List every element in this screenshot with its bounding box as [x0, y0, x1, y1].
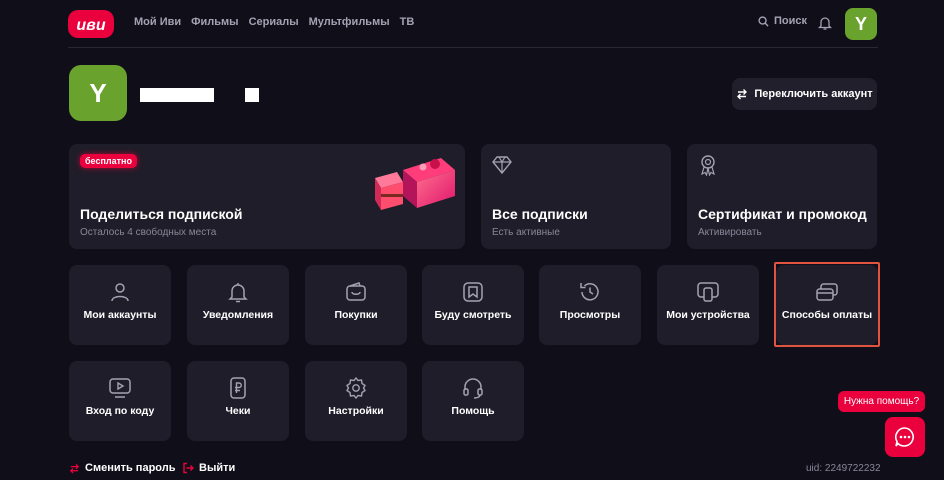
nav-movies[interactable]: Фильмы: [191, 16, 238, 28]
wallet-icon: [346, 282, 366, 301]
tile-login-by-code[interactable]: Вход по коду: [69, 361, 171, 441]
tile-label: Буду смотреть: [434, 309, 512, 321]
tile-label: Помощь: [451, 405, 495, 417]
all-subscriptions-card[interactable]: Все подписки Есть активные: [481, 144, 671, 249]
profile-page: иви Мой Иви Фильмы Сериалы Мультфильмы Т…: [0, 0, 944, 480]
tile-history[interactable]: Просмотры: [539, 265, 641, 345]
search-label: Поиск: [774, 15, 808, 27]
header-avatar[interactable]: Y: [845, 8, 877, 40]
tile-watch-later[interactable]: Буду смотреть: [422, 265, 524, 345]
tile-help[interactable]: Помощь: [422, 361, 524, 441]
logout-label: Выйти: [199, 462, 236, 474]
tile-my-devices[interactable]: Мои устройства: [657, 265, 759, 345]
headset-icon: [463, 378, 483, 399]
search-button[interactable]: Поиск: [758, 15, 807, 27]
nav-my-ivi[interactable]: Мой Иви: [134, 16, 181, 28]
nav-cartoons[interactable]: Мультфильмы: [309, 16, 390, 28]
chat-help-button[interactable]: [885, 417, 925, 457]
card-subtitle: Активировать: [698, 227, 762, 238]
tile-my-accounts[interactable]: Мои аккаунты: [69, 265, 171, 345]
search-icon: [758, 15, 769, 27]
top-header: иви Мой Иви Фильмы Сериалы Мультфильмы Т…: [68, 0, 878, 48]
tile-receipts[interactable]: Чеки: [187, 361, 289, 441]
tile-label: Просмотры: [559, 309, 621, 321]
swap-arrows-icon: [737, 89, 748, 100]
tile-settings[interactable]: Настройки: [305, 361, 407, 441]
logo-text: иви: [76, 17, 105, 34]
swap-arrows-icon: [69, 463, 80, 474]
receipt-icon: [230, 377, 246, 399]
switch-account-label: Переключить аккаунт: [754, 88, 873, 100]
card-subtitle: Есть активные: [492, 227, 560, 238]
certificate-promocode-card[interactable]: Сертификат и промокод Активировать: [687, 144, 877, 249]
tile-purchases[interactable]: Покупки: [305, 265, 407, 345]
bookmark-icon: [463, 282, 483, 302]
profile-name-redacted-2: [245, 88, 259, 102]
devices-icon: [697, 282, 719, 302]
profile-name-redacted: [140, 88, 214, 102]
main-nav: Мой Иви Фильмы Сериалы Мультфильмы ТВ: [134, 16, 414, 28]
tile-label: Вход по коду: [85, 405, 155, 417]
free-badge: бесплатно: [80, 154, 137, 168]
tile-label: Настройки: [328, 405, 384, 417]
card-title: Все подписки: [492, 206, 588, 222]
logout-icon: [183, 462, 194, 474]
bell-icon: [228, 283, 248, 303]
tile-label: Мои аккаунты: [83, 309, 157, 321]
tile-label: Чеки: [225, 405, 251, 417]
logout-link[interactable]: Выйти: [182, 462, 235, 474]
tile-notifications[interactable]: Уведомления: [187, 265, 289, 345]
switch-account-button[interactable]: Переключить аккаунт: [732, 78, 877, 110]
diamond-icon: [492, 156, 512, 175]
nav-series[interactable]: Сериалы: [249, 16, 299, 28]
cake-illustration-icon: [375, 158, 455, 210]
card-title: Сертификат и промокод: [698, 206, 867, 222]
tile-label: Покупки: [334, 309, 378, 321]
card-subtitle: Осталось 4 свободных места: [80, 227, 217, 238]
change-password-label: Сменить пароль: [85, 462, 176, 474]
chat-bubble-icon: [894, 427, 914, 447]
share-subscription-card[interactable]: бесплатно Поделиться подпиской Осталось …: [69, 144, 465, 249]
tile-label: Уведомления: [202, 309, 274, 321]
tv-play-icon: [109, 378, 131, 398]
tile-label: Мои устройства: [666, 309, 750, 321]
notifications-bell-icon[interactable]: [818, 15, 832, 31]
user-id: uid: 2249722232: [806, 463, 881, 474]
selection-highlight: [774, 262, 880, 347]
user-icon: [111, 283, 129, 302]
profile-avatar: Y: [69, 65, 127, 121]
ivi-logo[interactable]: иви: [68, 10, 114, 38]
nav-tv[interactable]: ТВ: [400, 16, 415, 28]
help-tooltip[interactable]: Нужна помощь?: [838, 391, 925, 412]
history-icon: [580, 283, 599, 301]
gear-icon: [346, 376, 366, 400]
card-title: Поделиться подпиской: [80, 206, 243, 222]
change-password-link[interactable]: Сменить пароль: [69, 462, 176, 474]
medal-icon: [701, 155, 715, 176]
